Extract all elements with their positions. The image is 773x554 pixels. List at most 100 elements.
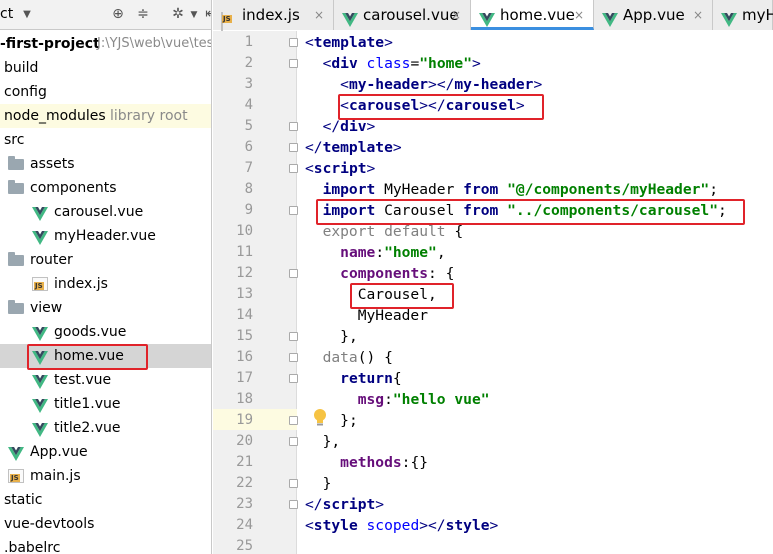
tree-item-assets[interactable]: assets [0, 152, 211, 176]
line-number: 9 [244, 202, 253, 218]
code-token: export default [322, 223, 455, 240]
tree-item-label: src [4, 132, 25, 148]
vue-icon [602, 7, 618, 27]
vue-icon [32, 229, 48, 245]
tab-carousel-vue[interactable]: carousel.vue × [334, 0, 471, 30]
locate-icon[interactable]: ⊕ [108, 4, 128, 24]
tab-index-js[interactable]: JS index.js × [213, 0, 334, 32]
code-line: <my-header></my-header> [305, 74, 542, 95]
tree-item-view[interactable]: view [0, 296, 211, 320]
tree-item-src[interactable]: src [0, 128, 211, 152]
tree-item-first-project[interactable]: -first-project J:\YJS\web\vue\test [0, 32, 211, 56]
close-tab-icon[interactable]: × [314, 0, 324, 30]
code-line: components: { [305, 263, 454, 284]
close-tab-icon[interactable]: × [693, 0, 703, 30]
tree-item-label: title2.vue [54, 420, 121, 436]
fold-marker-icon[interactable] [289, 374, 298, 383]
code-token: script [313, 160, 367, 177]
fold-marker-icon[interactable] [289, 269, 298, 278]
tree-item-label: vue-devtools [4, 516, 95, 532]
library-root-note: library root [110, 108, 188, 124]
tab-app-vue[interactable]: App.vue × [594, 0, 713, 30]
hide-panel-icon[interactable]: ⇤ [201, 4, 211, 24]
tree-item-label: title1.vue [54, 396, 121, 412]
close-tab-icon[interactable]: × [574, 0, 584, 30]
code-token: : { [428, 265, 455, 282]
tree-item-main-js[interactable]: JS main.js [0, 464, 211, 488]
line-number: 10 [236, 223, 253, 239]
tree-item-title2-vue[interactable]: title2.vue [0, 416, 211, 440]
line-number: 2 [244, 55, 253, 71]
tab-home-vue[interactable]: home.vue × [471, 0, 594, 30]
code-token: methods [340, 454, 402, 471]
collapse-all-icon[interactable]: ≑ [133, 4, 153, 24]
fold-marker-icon[interactable] [289, 437, 298, 446]
code-line: methods:{} [305, 452, 428, 473]
dropdown-chevron-icon[interactable]: ▼ [17, 5, 37, 25]
tree-item-label: .babelrc [4, 540, 61, 554]
code-token: MyHeader [384, 181, 464, 198]
lightbulb-icon[interactable] [312, 408, 328, 428]
tree-item-build[interactable]: build [0, 56, 211, 80]
fold-marker-icon[interactable] [289, 479, 298, 488]
line-number: 14 [236, 307, 253, 323]
line-number: 18 [236, 391, 253, 407]
vue-icon [32, 397, 48, 413]
close-tab-icon[interactable]: × [451, 0, 461, 30]
tree-item-static[interactable]: static [0, 488, 211, 512]
fold-marker-icon[interactable] [289, 59, 298, 68]
tree-item-babelrc[interactable]: .babelrc [0, 536, 211, 554]
fold-marker-icon[interactable] [289, 164, 298, 173]
code-token: () { [357, 349, 393, 366]
tab-label: home.vue [500, 6, 575, 24]
carousel-tag-highlight-box [338, 94, 544, 120]
code-line: }, [305, 326, 358, 347]
tree-item-title1-vue[interactable]: title1.vue [0, 392, 211, 416]
code-line: </template> [305, 137, 402, 158]
panel-title: ct [0, 6, 14, 22]
code-line: data() { [305, 347, 393, 368]
fold-marker-icon[interactable] [289, 500, 298, 509]
tree-item-myheader-vue[interactable]: myHeader.vue [0, 224, 211, 248]
fold-marker-icon[interactable] [289, 143, 298, 152]
tree-item-index-js[interactable]: JS index.js [0, 272, 211, 296]
tree-item-label: main.js [30, 468, 81, 484]
code-token: "home" [384, 244, 437, 261]
line-number: 1 [244, 34, 253, 50]
tree-item-router[interactable]: router [0, 248, 211, 272]
vue-icon [32, 373, 48, 389]
tree-item-goods-vue[interactable]: goods.vue [0, 320, 211, 344]
tree-item-components[interactable]: components [0, 176, 211, 200]
tab-label: myHe [742, 6, 773, 24]
line-number: 23 [236, 496, 253, 512]
vue-icon [721, 7, 737, 27]
fold-marker-icon[interactable] [289, 353, 298, 362]
fold-marker-icon[interactable] [289, 416, 298, 425]
tree-item-app-vue[interactable]: App.vue [0, 440, 211, 464]
tree-item-node-modules[interactable]: node_modules library root [0, 104, 211, 128]
tree-item-vue-devtools[interactable]: vue-devtools [0, 512, 211, 536]
code-token: data [322, 349, 358, 366]
line-number: 21 [236, 454, 253, 470]
code-token: , [436, 244, 446, 261]
tree-item-config[interactable]: config [0, 80, 211, 104]
fold-marker-icon[interactable] [289, 38, 298, 47]
fold-marker-icon[interactable] [289, 206, 298, 215]
tree-item-test-vue[interactable]: test.vue [0, 368, 211, 392]
fold-marker-icon[interactable] [289, 122, 298, 131]
fold-marker-icon[interactable] [289, 332, 298, 341]
tab-myhe[interactable]: myHe [713, 0, 773, 30]
tree-item-carousel-vue[interactable]: carousel.vue [0, 200, 211, 224]
vue-icon [342, 7, 358, 27]
home-vue-highlight-box [27, 344, 148, 370]
folder-icon [8, 156, 24, 170]
code-token: class [366, 55, 411, 72]
